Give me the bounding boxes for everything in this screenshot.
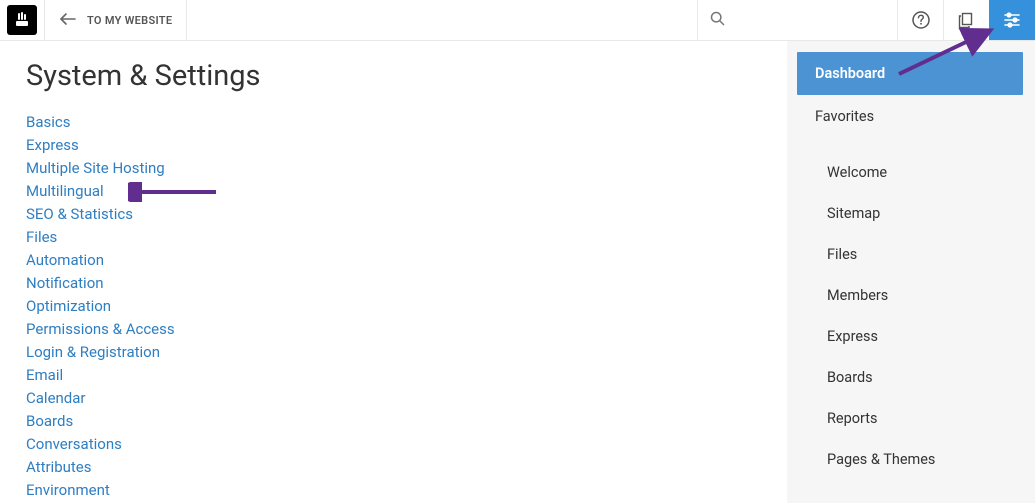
settings-link-automation[interactable]: Automation <box>26 249 763 272</box>
search-icon <box>710 11 725 30</box>
settings-link-seo-statistics[interactable]: SEO & Statistics <box>26 203 763 226</box>
settings-link-notification[interactable]: Notification <box>26 272 763 295</box>
panel-item-sitemap[interactable]: Sitemap <box>803 193 1017 234</box>
main-content: System & Settings Basics Express Multipl… <box>0 41 787 503</box>
sliders-icon <box>1003 12 1021 28</box>
settings-link-optimization[interactable]: Optimization <box>26 295 763 318</box>
settings-panel-button[interactable] <box>989 0 1035 40</box>
pages-icon <box>958 12 975 29</box>
settings-link-login-registration[interactable]: Login & Registration <box>26 341 763 364</box>
panel-item-members[interactable]: Members <box>803 275 1017 316</box>
settings-link-boards[interactable]: Boards <box>26 410 763 433</box>
settings-link-calendar[interactable]: Calendar <box>26 387 763 410</box>
back-to-site-button[interactable]: TO MY WEBSITE <box>45 0 187 40</box>
settings-link-basics[interactable]: Basics <box>26 111 763 134</box>
search-field[interactable] <box>697 0 897 40</box>
settings-link-email[interactable]: Email <box>26 364 763 387</box>
help-button[interactable] <box>897 0 943 40</box>
panel-items: Welcome Sitemap Files Members Express Bo… <box>797 138 1023 480</box>
search-input[interactable] <box>731 12 885 28</box>
settings-link-list: Basics Express Multiple Site Hosting Mul… <box>26 111 763 503</box>
panel-header-favorites[interactable]: Favorites <box>797 95 1023 138</box>
top-toolbar: TO MY WEBSITE <box>0 0 1035 41</box>
main-layout: System & Settings Basics Express Multipl… <box>0 41 1035 503</box>
page-title: System & Settings <box>26 59 763 93</box>
settings-link-multiple-site-hosting[interactable]: Multiple Site Hosting <box>26 157 763 180</box>
settings-link-environment[interactable]: Environment <box>26 479 763 502</box>
settings-link-permissions-access[interactable]: Permissions & Access <box>26 318 763 341</box>
concrete-logo-icon <box>7 5 37 35</box>
settings-link-express[interactable]: Express <box>26 134 763 157</box>
logo-button[interactable] <box>0 0 45 40</box>
settings-link-attributes[interactable]: Attributes <box>26 456 763 479</box>
panel-item-boards[interactable]: Boards <box>803 357 1017 398</box>
panel-header-dashboard[interactable]: Dashboard <box>797 52 1023 95</box>
dashboard-panel: Dashboard Favorites Welcome Sitemap File… <box>787 41 1035 503</box>
back-to-site-label: TO MY WEBSITE <box>87 14 172 27</box>
settings-link-multilingual[interactable]: Multilingual <box>26 180 763 203</box>
panel-item-reports[interactable]: Reports <box>803 398 1017 439</box>
pages-button[interactable] <box>943 0 989 40</box>
panel-item-pages-themes[interactable]: Pages & Themes <box>803 439 1017 480</box>
toolbar-spacer <box>187 0 697 40</box>
settings-link-conversations[interactable]: Conversations <box>26 433 763 456</box>
panel-item-welcome[interactable]: Welcome <box>803 152 1017 193</box>
panel-item-files[interactable]: Files <box>803 234 1017 275</box>
settings-link-files[interactable]: Files <box>26 226 763 249</box>
panel-item-express[interactable]: Express <box>803 316 1017 357</box>
arrow-left-icon <box>59 12 77 29</box>
help-icon <box>912 11 930 29</box>
